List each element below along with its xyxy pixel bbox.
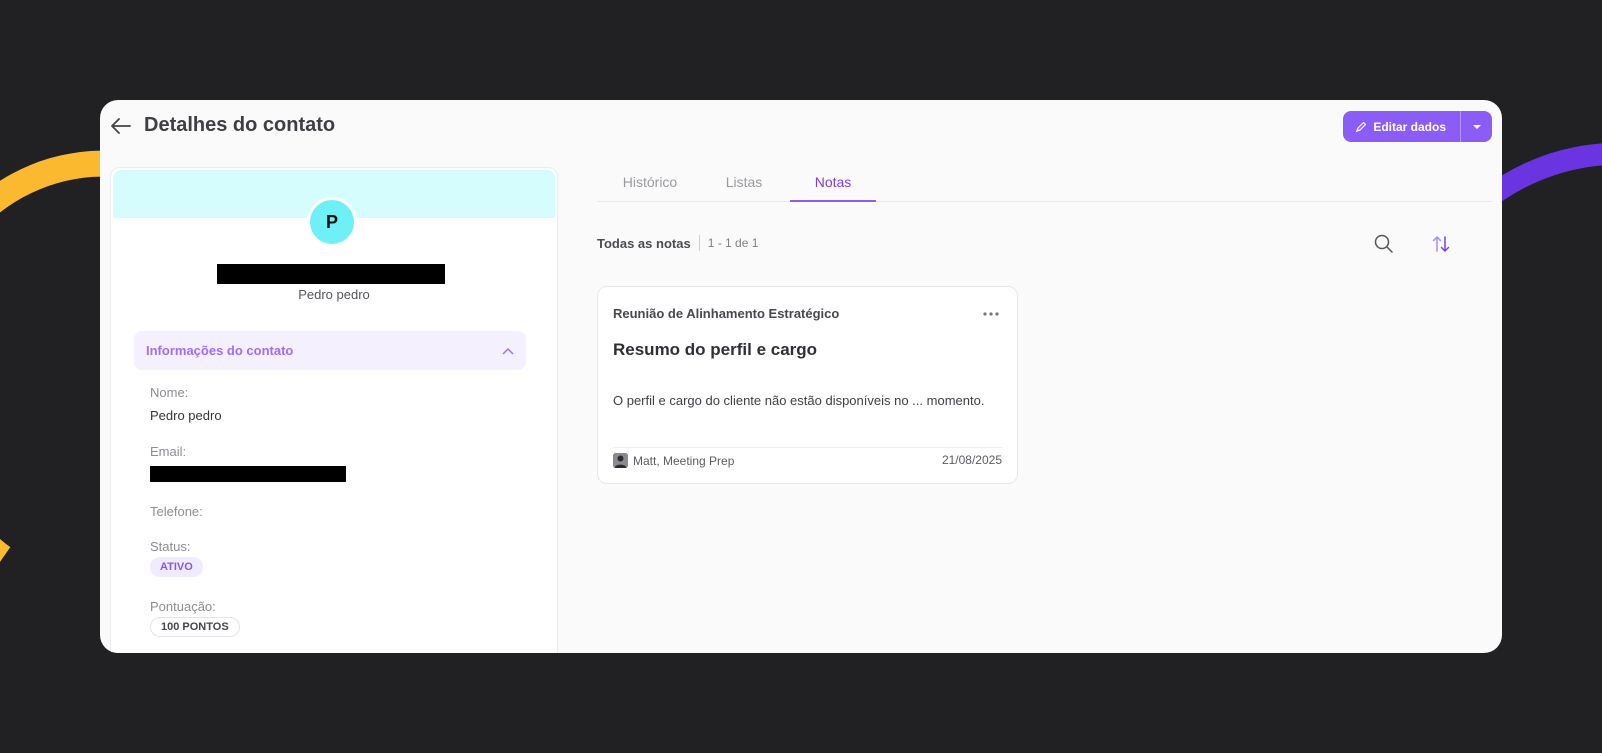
note-date: 21/08/2025: [941, 453, 1002, 467]
note-author: Matt, Meeting Prep: [613, 453, 734, 468]
page-title: Detalhes do contato: [144, 114, 336, 136]
section-title: Informações do contato: [146, 343, 294, 358]
edit-data-button[interactable]: Editar dados: [1343, 111, 1460, 142]
note-card[interactable]: Reunião de Alinhamento Estratégico Resum…: [597, 286, 1018, 484]
tab-notas[interactable]: Notas: [790, 174, 876, 202]
divider: [698, 235, 700, 251]
notes-count: 1 - 1 de 1: [707, 236, 759, 250]
note-divider: [613, 447, 1002, 448]
phone-label: Telefone:: [150, 504, 203, 519]
author-avatar: [613, 453, 628, 468]
name-label: Nome:: [150, 385, 189, 400]
notes-list-title: Todas as notas: [597, 235, 691, 251]
contact-details-window: Detalhes do contato Editar dados P Pedro…: [100, 100, 1502, 653]
email-label: Email:: [150, 444, 187, 459]
note-heading: Resumo do perfil e cargo: [613, 340, 818, 359]
person-icon: [613, 453, 628, 468]
edit-options-dropdown[interactable]: [1460, 111, 1492, 142]
arrow-left-icon[interactable]: [108, 113, 134, 139]
contact-info-section-toggle[interactable]: Informações do contato: [134, 331, 526, 370]
pencil-icon: [1356, 121, 1367, 132]
edit-button-group: Editar dados: [1343, 111, 1492, 142]
note-author-name: Matt, Meeting Prep: [633, 453, 735, 468]
score-badge: 100 PONTOS: [150, 617, 240, 637]
redacted-name: [217, 264, 445, 284]
note-body: O perfil e cargo do cliente não estão di…: [613, 393, 985, 408]
contact-profile-panel: P Pedro pedro Informações do contato Nom…: [110, 167, 558, 653]
chevron-up-icon: [502, 347, 514, 354]
edit-data-label: Editar dados: [1373, 119, 1446, 134]
score-label: Pontuação:: [150, 599, 216, 614]
tab-listas[interactable]: Listas: [721, 174, 767, 202]
notes-list-header: Todas as notas 1 - 1 de 1: [597, 235, 758, 251]
contact-subtitle: Pedro pedro: [298, 287, 370, 302]
redacted-email: [150, 466, 346, 482]
page-header: Detalhes do contato Editar dados: [100, 100, 1502, 152]
tab-historico[interactable]: Histórico: [619, 174, 681, 202]
chevron-down-icon: [1472, 124, 1481, 129]
avatar: P: [307, 197, 357, 247]
status-label: Status:: [150, 539, 191, 554]
status-badge: ATIVO: [150, 557, 203, 577]
note-title: Reunião de Alinhamento Estratégico: [613, 306, 840, 321]
sort-icon[interactable]: [1430, 233, 1452, 255]
name-value: Pedro pedro: [150, 408, 222, 423]
tab-bar: Histórico Listas Notas: [597, 168, 1492, 202]
more-horizontal-icon[interactable]: [981, 307, 1001, 321]
search-icon[interactable]: [1373, 233, 1395, 255]
